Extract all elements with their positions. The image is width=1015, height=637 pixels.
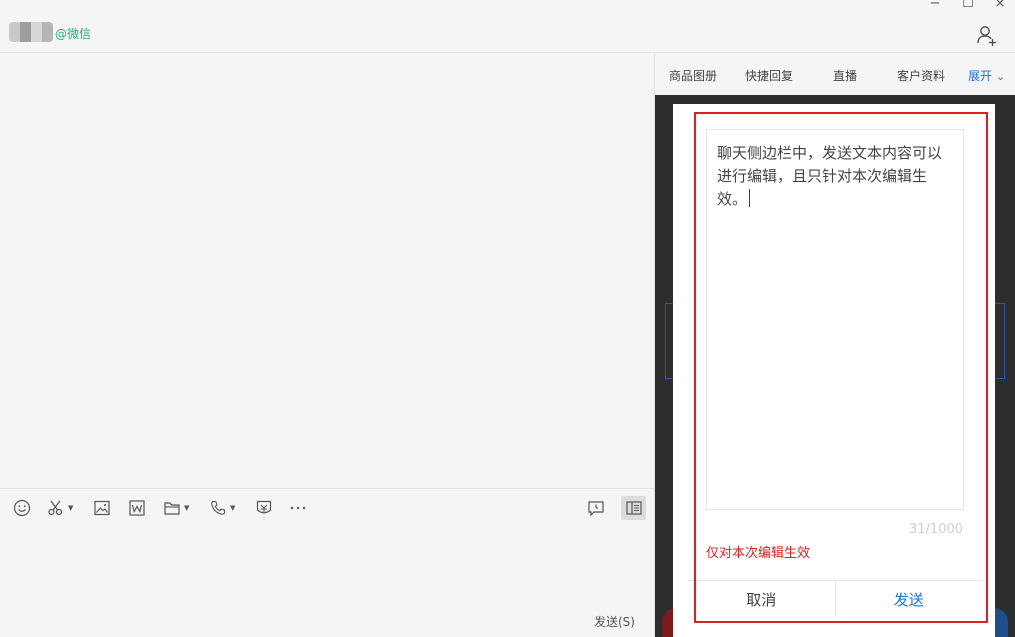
tab-expand[interactable]: 展开 ⌄ bbox=[968, 67, 1005, 84]
chat-message-area[interactable] bbox=[0, 54, 654, 488]
tab-quick-reply[interactable]: 快捷回复 bbox=[745, 67, 793, 84]
edit-text-content: 聊天侧边栏中，发送文本内容可以 进行编辑，且只针对本次编辑生 效。 bbox=[717, 144, 943, 208]
message-history-icon bbox=[588, 501, 604, 517]
emoji-button[interactable] bbox=[13, 499, 31, 517]
scissors-icon bbox=[48, 500, 63, 516]
contact-avatar-blurred[interactable] bbox=[9, 22, 53, 42]
word-doc-button[interactable] bbox=[128, 499, 146, 517]
add-contact-icon[interactable] bbox=[976, 24, 998, 46]
modal-button-row: 取消 发送 bbox=[688, 580, 982, 617]
red-packet-icon bbox=[256, 500, 272, 514]
screenshot-button[interactable]: ▼ bbox=[47, 499, 73, 517]
message-history-button[interactable] bbox=[587, 499, 605, 517]
edit-text-area[interactable]: 聊天侧边栏中，发送文本内容可以 进行编辑，且只针对本次编辑生 效。 bbox=[706, 129, 964, 510]
folder-icon bbox=[164, 502, 180, 515]
edit-hint: 仅对本次编辑生效 bbox=[706, 546, 811, 561]
image-icon bbox=[94, 500, 110, 516]
tab-live[interactable]: 直播 bbox=[833, 67, 857, 84]
send-message-button[interactable]: 发送(S) bbox=[594, 613, 635, 630]
emoji-icon bbox=[13, 499, 31, 517]
send-button[interactable]: 发送 bbox=[836, 581, 983, 617]
sidebar-toggle-icon bbox=[625, 501, 642, 515]
chevron-down-icon: ⌄ bbox=[995, 70, 1006, 83]
text-cursor bbox=[749, 189, 751, 207]
chevron-down-icon: ▼ bbox=[184, 504, 190, 512]
chat-header: @微信 − ☐ × bbox=[0, 0, 1015, 53]
message-toolbar: ▼ ▼ ▼ bbox=[0, 488, 654, 526]
word-doc-icon bbox=[129, 500, 145, 516]
character-counter: 31/1000 bbox=[908, 522, 963, 537]
phone-icon bbox=[211, 500, 226, 515]
tab-customer-info[interactable]: 客户资料 bbox=[897, 67, 945, 84]
file-button[interactable]: ▼ bbox=[163, 499, 189, 517]
close-button[interactable]: × bbox=[990, 0, 1010, 11]
tab-expand-label: 展开 bbox=[968, 69, 993, 83]
cancel-button[interactable]: 取消 bbox=[688, 581, 836, 617]
sidebar-tabs: 商品图册 快捷回复 直播 客户资料 展开 ⌄ bbox=[655, 54, 1015, 95]
platform-tag: @微信 bbox=[55, 27, 92, 41]
more-icon bbox=[290, 506, 306, 510]
message-input[interactable] bbox=[0, 526, 654, 637]
more-button[interactable] bbox=[289, 499, 307, 517]
sidebar-toggle-button[interactable] bbox=[621, 496, 646, 520]
call-button[interactable]: ▼ bbox=[209, 499, 235, 517]
minimize-button[interactable]: − bbox=[925, 0, 945, 11]
chevron-down-icon: ▼ bbox=[230, 504, 236, 512]
image-button[interactable] bbox=[93, 499, 111, 517]
tab-product-catalog[interactable]: 商品图册 bbox=[669, 67, 717, 84]
maximize-button[interactable]: ☐ bbox=[958, 0, 978, 11]
red-packet-button[interactable] bbox=[255, 499, 273, 517]
chevron-down-icon: ▼ bbox=[68, 504, 74, 512]
